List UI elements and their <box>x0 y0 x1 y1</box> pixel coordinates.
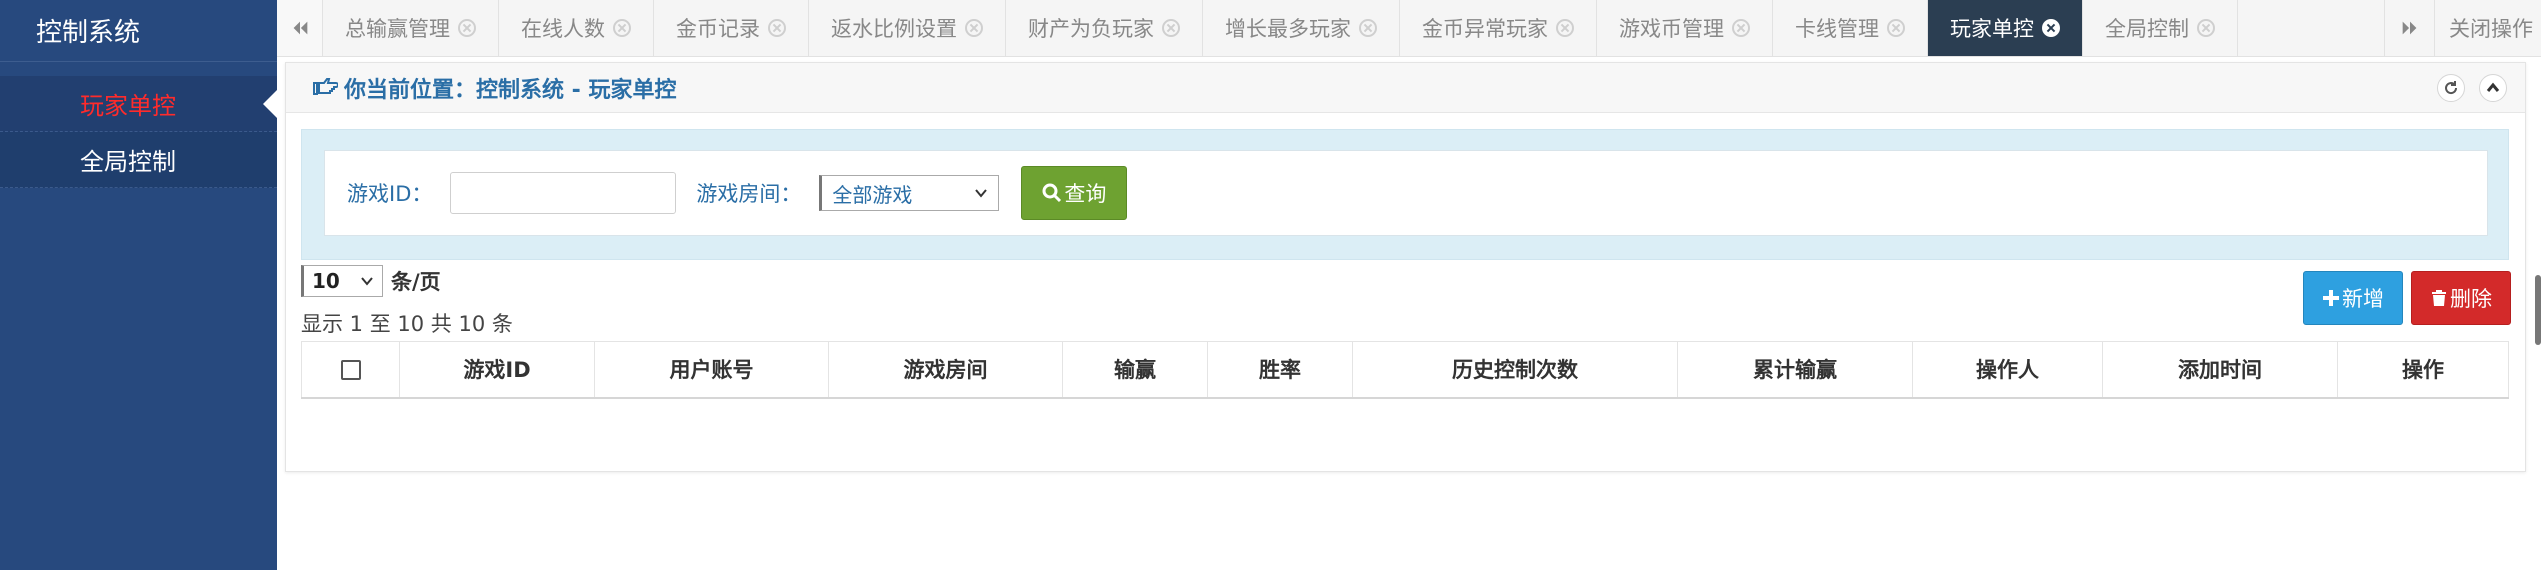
sidebar-item-label: 玩家单控 <box>80 92 176 120</box>
tab-global-control[interactable]: 全局控制 <box>2083 0 2238 56</box>
select-all-cell <box>301 341 400 399</box>
col-header-operator[interactable]: 操作人 <box>1912 341 2103 399</box>
close-icon[interactable] <box>458 19 476 37</box>
tab-rebate-settings[interactable]: 返水比例设置 <box>809 0 1006 56</box>
tab-list: 总输赢管理 在线人数 金币记录 返水比例设置 财产为负玩家 增长最多玩家 金币异… <box>323 0 2384 56</box>
sidebar: 控制系统 玩家单控 全局控制 <box>0 0 277 570</box>
delete-button-label: 删除 <box>2450 287 2492 311</box>
chevron-down-icon <box>975 189 988 198</box>
double-chevron-left-icon <box>293 21 307 35</box>
tab-player-control[interactable]: 玩家单控 <box>1928 0 2083 56</box>
data-table: 游戏ID 用户账号 游戏房间 输赢 胜率 历史控制次数 累计输赢 操作人 添加时… <box>301 341 2509 399</box>
close-icon[interactable] <box>1359 19 1377 37</box>
add-button[interactable]: 新增 <box>2303 271 2403 325</box>
close-icon[interactable] <box>2042 19 2060 37</box>
tab-total-win-loss[interactable]: 总输赢管理 <box>323 0 499 56</box>
sidebar-title[interactable]: 控制系统 <box>36 12 140 49</box>
tab-scroll-left-button[interactable] <box>277 0 323 56</box>
add-button-label: 新增 <box>2342 287 2384 311</box>
select-all-checkbox[interactable] <box>340 360 361 381</box>
close-icon[interactable] <box>965 19 983 37</box>
col-header-actions: 操作 <box>2337 341 2509 399</box>
tab-scroll-right-button[interactable] <box>2384 0 2434 56</box>
game-id-label: 游戏ID： <box>347 182 433 206</box>
sidebar-item-global-control[interactable]: 全局控制 <box>0 132 277 188</box>
tab-coin-records[interactable]: 金币记录 <box>654 0 809 56</box>
search-icon <box>1042 183 1062 203</box>
pagination-info: 显示 1 至 10 共 10 条 <box>301 312 513 336</box>
close-icon[interactable] <box>768 19 786 37</box>
close-icon[interactable] <box>613 19 631 37</box>
sidebar-header: 控制系统 <box>0 0 277 62</box>
tab-bar: 总输赢管理 在线人数 金币记录 返水比例设置 财产为负玩家 增长最多玩家 金币异… <box>277 0 2541 57</box>
delete-button[interactable]: 删除 <box>2411 271 2511 325</box>
tab-abnormal-coin-players[interactable]: 金币异常玩家 <box>1400 0 1597 56</box>
refresh-icon <box>2445 81 2458 95</box>
tab-label: 在线人数 <box>521 17 605 41</box>
search-form: 游戏ID： 游戏房间： 全部游戏 查询 <box>324 150 2488 236</box>
game-id-input[interactable] <box>450 172 677 214</box>
trash-icon <box>2432 290 2446 306</box>
col-header-game-id[interactable]: 游戏ID <box>399 341 595 399</box>
breadcrumb: 你当前位置：控制系统 - 玩家单控 <box>344 77 677 103</box>
query-button-label: 查询 <box>1064 182 1107 206</box>
col-header-user-account[interactable]: 用户账号 <box>594 341 829 399</box>
tab-game-coin-management[interactable]: 游戏币管理 <box>1597 0 1773 56</box>
close-operations-menu[interactable]: 关闭操作 <box>2434 0 2541 56</box>
chevron-up-icon <box>2486 82 2500 92</box>
table-header: 游戏ID 用户账号 游戏房间 输赢 胜率 历史控制次数 累计输赢 操作人 添加时… <box>301 341 2509 399</box>
page-size-row: 10 条/页 <box>301 265 441 297</box>
query-button[interactable]: 查询 <box>1021 166 1128 220</box>
tab-label: 金币异常玩家 <box>1422 17 1548 41</box>
tab-label: 金币记录 <box>676 17 760 41</box>
page-scrollbar[interactable] <box>2535 275 2541 345</box>
col-header-win-loss[interactable]: 输赢 <box>1062 341 1208 399</box>
panel-tools <box>2437 74 2507 102</box>
tab-top-growth-players[interactable]: 增长最多玩家 <box>1203 0 1400 56</box>
tab-label: 卡线管理 <box>1795 17 1879 41</box>
tab-label: 全局控制 <box>2105 17 2189 41</box>
game-room-select[interactable]: 全部游戏 <box>819 175 1000 211</box>
tab-label: 财产为负玩家 <box>1028 17 1154 41</box>
sidebar-item-player-control[interactable]: 玩家单控 <box>0 76 277 132</box>
col-header-win-rate[interactable]: 胜率 <box>1207 341 1353 399</box>
game-room-selected: 全部游戏 <box>832 182 913 207</box>
close-icon[interactable] <box>1732 19 1750 37</box>
page-size-value: 10 <box>312 269 340 293</box>
col-header-history-control-count[interactable]: 历史控制次数 <box>1352 341 1678 399</box>
panel-header: 你当前位置：控制系统 - 玩家单控 <box>286 63 2525 113</box>
plus-icon <box>2323 290 2339 306</box>
tab-negative-balance-players[interactable]: 财产为负玩家 <box>1006 0 1203 56</box>
tab-online-users[interactable]: 在线人数 <box>499 0 654 56</box>
game-room-label: 游戏房间： <box>696 182 802 206</box>
refresh-button[interactable] <box>2437 74 2465 102</box>
per-page-label: 条/页 <box>391 270 441 294</box>
tab-label: 返水比例设置 <box>831 17 957 41</box>
search-area: 游戏ID： 游戏房间： 全部游戏 查询 <box>301 129 2509 260</box>
page-size-select[interactable]: 10 <box>301 265 383 297</box>
close-icon[interactable] <box>1556 19 1574 37</box>
double-chevron-right-icon <box>2402 21 2416 35</box>
hand-pointer-icon <box>313 77 338 95</box>
sidebar-menu: 玩家单控 全局控制 <box>0 76 277 188</box>
tab-bar-right: 关闭操作 <box>2384 0 2541 56</box>
tab-label: 玩家单控 <box>1950 17 2034 41</box>
close-icon[interactable] <box>2197 19 2215 37</box>
col-header-game-room[interactable]: 游戏房间 <box>828 341 1063 399</box>
sidebar-item-label: 全局控制 <box>80 148 176 176</box>
close-icon[interactable] <box>1162 19 1180 37</box>
col-header-added-time[interactable]: 添加时间 <box>2102 341 2338 399</box>
table-header-row: 游戏ID 用户账号 游戏房间 输赢 胜率 历史控制次数 累计输赢 操作人 添加时… <box>301 341 2509 399</box>
action-buttons: 新增 删除 <box>2303 271 2511 325</box>
tab-label: 游戏币管理 <box>1619 17 1724 41</box>
col-header-cumulative-win-loss[interactable]: 累计输赢 <box>1677 341 1913 399</box>
tab-label: 增长最多玩家 <box>1225 17 1351 41</box>
tab-line-management[interactable]: 卡线管理 <box>1773 0 1928 56</box>
chevron-down-icon <box>361 277 373 286</box>
tab-label: 总输赢管理 <box>345 17 450 41</box>
main-panel: 你当前位置：控制系统 - 玩家单控 游戏ID： 游戏房间： 全部游戏 查询 10… <box>285 62 2526 472</box>
collapse-button[interactable] <box>2479 74 2507 102</box>
close-icon[interactable] <box>1887 19 1905 37</box>
